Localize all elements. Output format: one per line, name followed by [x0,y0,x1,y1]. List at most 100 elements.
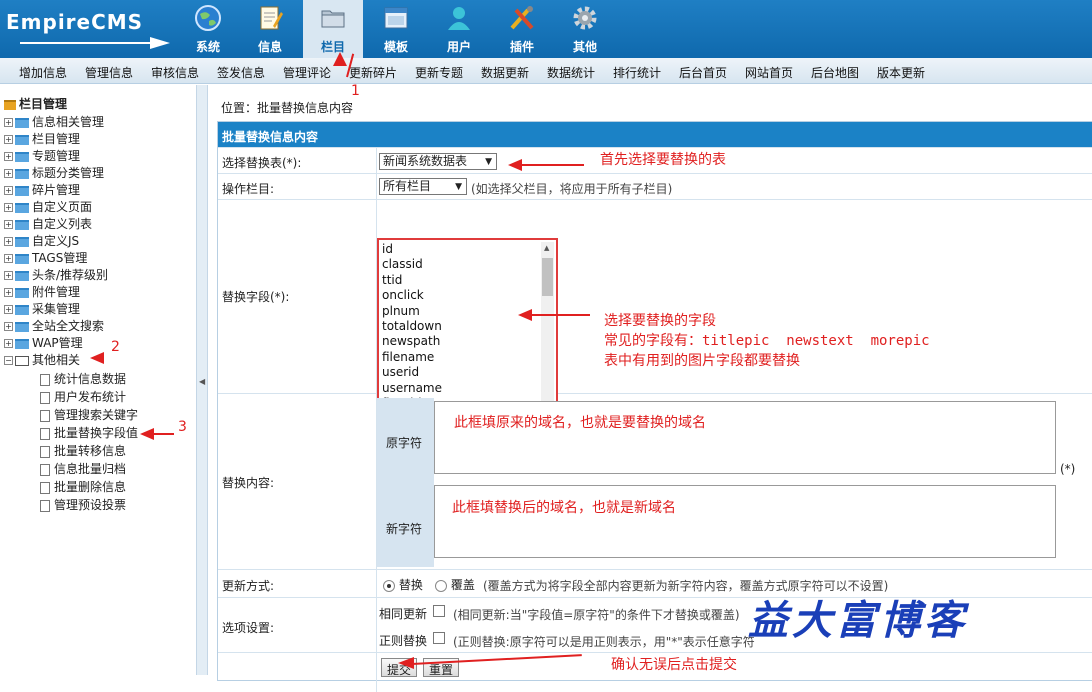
window-icon [384,7,408,29]
field-option[interactable]: totaldown [382,319,442,333]
tree-node[interactable]: + 头条/推荐级别 [4,266,108,283]
expand-plus-icon[interactable]: + [4,152,13,161]
scroll-up-icon[interactable]: ▲ [544,244,549,252]
new-label-cell: 新字符 [377,483,434,567]
tree-leaf[interactable]: 管理搜索关键字 [40,406,138,424]
tree-node[interactable]: + 采集管理 [4,300,80,317]
menu-manage-info[interactable]: 管理信息 [85,64,133,81]
tree-node[interactable]: + 自定义JS [4,232,79,249]
scroll-thumb[interactable] [542,258,553,296]
document-icon [40,499,50,512]
menu-sign-info[interactable]: 签发信息 [217,64,265,81]
tree-node[interactable]: + 标题分类管理 [4,164,104,181]
same-update-checkbox[interactable] [433,605,445,617]
menu-update-fragments[interactable]: 更新碎片 [349,64,397,81]
field-option[interactable]: plnum [382,304,420,318]
expand-plus-icon[interactable]: + [4,288,13,297]
tree-leaf[interactable]: 统计信息数据 [40,370,126,388]
old-char-label: 原字符 [386,436,423,450]
row-value: 替换 覆盖 (覆盖方式为将字段全部内容更新为新字符内容，覆盖方式原字符可以不设置… [376,570,1092,597]
tree-leaf[interactable]: 信息批量归档 [40,460,126,478]
menu-admin-home[interactable]: 后台首页 [679,64,727,81]
radio-button[interactable] [435,579,447,592]
tree-node[interactable]: + 自定义列表 [4,215,92,232]
field-option[interactable]: ttid [382,273,402,287]
tree-node[interactable]: + 附件管理 [4,283,80,300]
menu-review-info[interactable]: 审核信息 [151,64,199,81]
radio-replace[interactable]: 替换 [383,576,423,593]
expand-plus-icon[interactable]: + [4,220,13,229]
menu-admin-map[interactable]: 后台地图 [811,64,859,81]
menu-update-topics[interactable]: 更新专题 [415,64,463,81]
tree-node[interactable]: + 全站全文搜索 [4,317,104,334]
tree-node[interactable]: + 信息相关管理 [4,113,104,130]
nav-other[interactable]: 其他 [555,0,615,58]
expand-plus-icon[interactable]: + [4,237,13,246]
expand-plus-icon[interactable]: + [4,305,13,314]
old-string-textarea[interactable] [434,401,1056,474]
menu-site-home[interactable]: 网站首页 [745,64,793,81]
column-select[interactable]: 所有栏目 ▼ [379,178,467,195]
top-navigation-bar: EmpireCMS 系统 信息 栏目 模板 用户 插件 其他 [0,0,1092,58]
new-string-textarea[interactable] [434,485,1056,558]
tree-leaf[interactable]: 批量删除信息 [40,478,126,496]
radio-cover[interactable]: 覆盖 [435,576,475,593]
step-number-2: 2 [111,339,120,355]
expand-plus-icon[interactable]: + [4,322,13,331]
tree-node[interactable]: + 栏目管理 [4,130,80,147]
tree-node[interactable]: + 专题管理 [4,147,80,164]
expand-plus-icon[interactable]: + [4,254,13,263]
menu-version-update[interactable]: 版本更新 [877,64,925,81]
collapse-minus-icon[interactable]: − [4,356,13,365]
menu-add-info[interactable]: 增加信息 [19,64,67,81]
field-option[interactable]: classid [382,257,423,271]
tree-node[interactable]: + 碎片管理 [4,181,80,198]
regex-replace-checkbox[interactable] [433,632,445,644]
nav-template[interactable]: 模板 [366,0,426,58]
expand-plus-icon[interactable]: + [4,118,13,127]
annotation-arrow [530,314,590,316]
listbox-scrollbar[interactable]: ▲ ▼ [541,242,554,424]
menu-rank-stats[interactable]: 排行统计 [613,64,661,81]
blog-watermark: 益大富博客 [748,597,968,644]
tree-leaf[interactable]: 批量转移信息 [40,442,126,460]
tree-leaf[interactable]: 用户发布统计 [40,388,126,406]
table-title: 批量替换信息内容 [218,122,1092,147]
field-option[interactable]: userid [382,365,419,379]
expand-plus-icon[interactable]: + [4,271,13,280]
nav-info[interactable]: 信息 [240,0,300,58]
menu-data-update[interactable]: 数据更新 [481,64,529,81]
tree-node-other-related[interactable]: − 其他相关 [4,351,80,368]
radio-button[interactable] [383,579,395,592]
nav-column[interactable]: 栏目 [303,0,363,58]
table-select[interactable]: 新闻系统数据表 ▼ [379,153,497,170]
field-option[interactable]: onclick [382,288,424,302]
row-value: 所有栏目 ▼ (如选择父栏目，将应用于所有子栏目) [376,174,1092,199]
expand-plus-icon[interactable]: + [4,135,13,144]
tree-leaf[interactable]: 管理预设投票 [40,496,126,514]
nav-user[interactable]: 用户 [429,0,489,58]
same-update-label: 相同更新 [379,607,428,621]
folder-icon [15,304,29,315]
expand-plus-icon[interactable]: + [4,186,13,195]
sidebar-collapse-handle[interactable]: ◀ [196,85,208,675]
tree-node[interactable]: + 自定义页面 [4,198,92,215]
menu-data-stats[interactable]: 数据统计 [547,64,595,81]
expand-plus-icon[interactable]: + [4,339,13,348]
tree-node[interactable]: + TAGS管理 [4,249,87,266]
field-option[interactable]: newspath [382,334,440,348]
expand-plus-icon[interactable]: + [4,169,13,178]
field-option[interactable]: filename [382,350,434,364]
menu-manage-comments[interactable]: 管理评论 [283,64,331,81]
nav-system[interactable]: 系统 [178,0,238,58]
field-option[interactable]: id [382,242,393,256]
new-domain-hint: 此框填替换后的域名，也就是新域名 [452,500,676,516]
field-option[interactable]: username [382,381,442,395]
expand-plus-icon[interactable]: + [4,203,13,212]
tree-leaf-batch-replace[interactable]: 批量替换字段值 [40,424,138,442]
tree-node[interactable]: + WAP管理 [4,334,83,351]
document-icon [40,391,50,404]
notepad-icon [260,6,283,30]
nav-plugin[interactable]: 插件 [492,0,552,58]
tree-root: 栏目管理 [4,95,67,112]
